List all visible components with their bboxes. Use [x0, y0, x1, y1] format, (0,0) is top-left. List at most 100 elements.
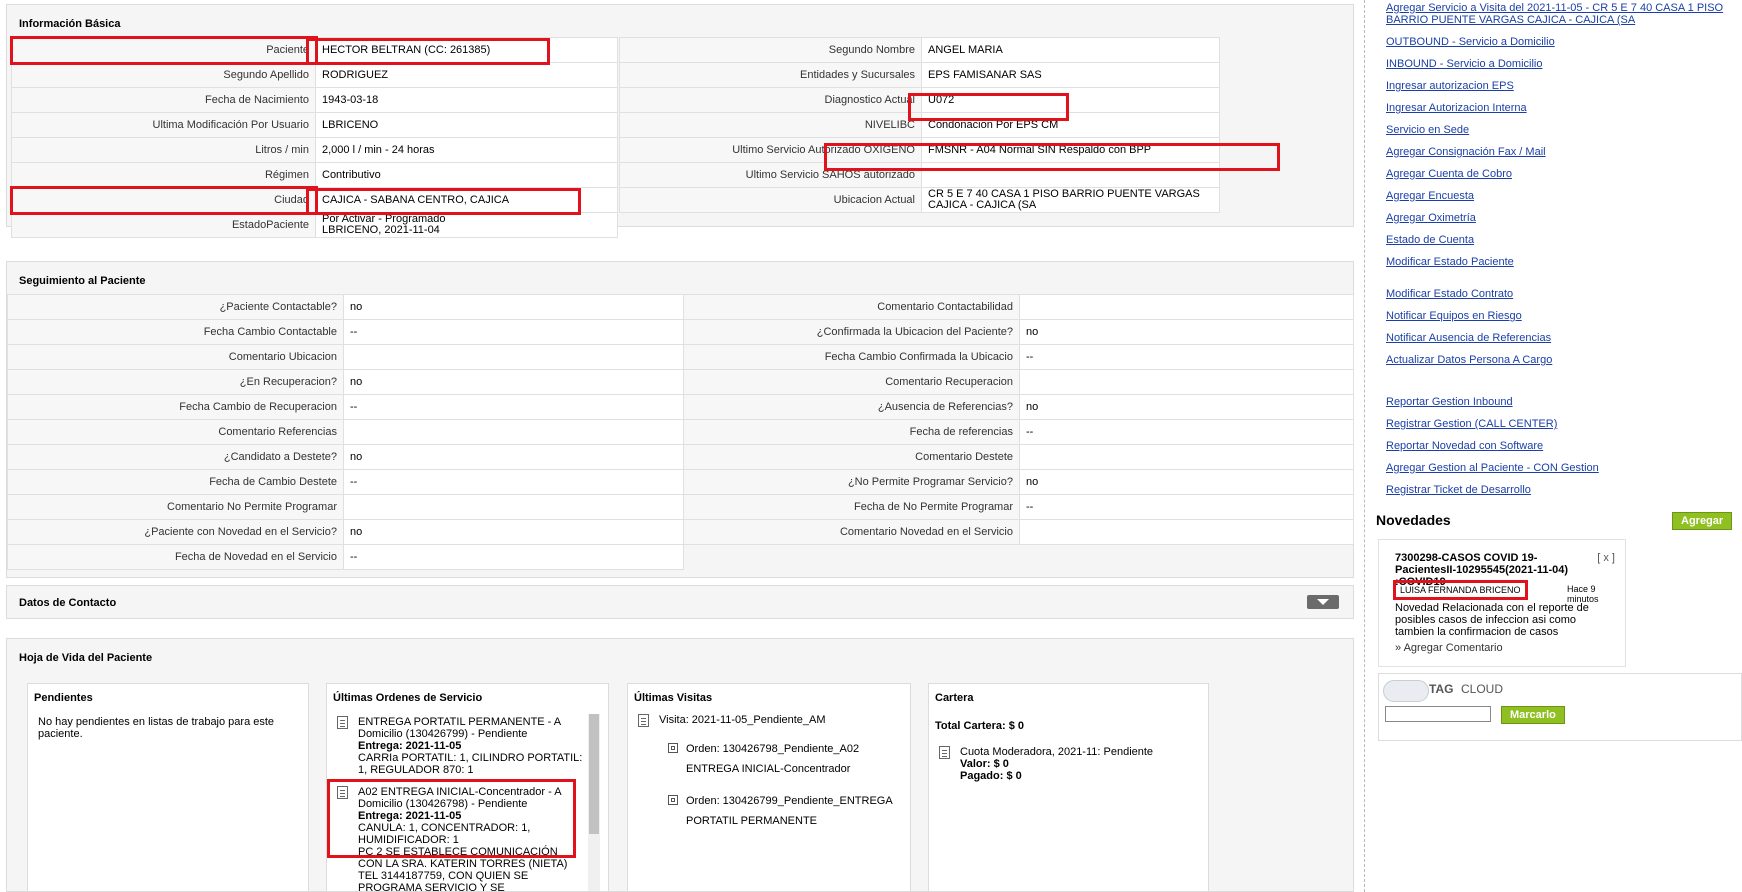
order-entrega: Entrega: 2021-11-05 — [358, 740, 462, 752]
label-comentario-ubicacion: Comentario Ubicacion — [7, 344, 344, 370]
link-ingresar-autorizacion-eps[interactable]: Ingresar autorizacion EPS — [1386, 81, 1514, 92]
link-servicio-sede[interactable]: Servicio en Sede — [1386, 125, 1469, 136]
cartera-total: Total Cartera: $ 0 — [935, 720, 1025, 732]
seg-row-fecha-no-permite: Fecha de No Permite Programar -- — [683, 494, 1354, 520]
link-notificar-equipos-riesgo[interactable]: Notificar Equipos en Riesgo — [1386, 311, 1522, 322]
ordenes-scrollbar-thumb[interactable] — [589, 714, 599, 834]
link-inbound[interactable]: INBOUND - Servicio a Domicilio — [1386, 59, 1542, 70]
value-comentario-contactabilidad — [1019, 294, 1354, 320]
tag-input[interactable] — [1385, 706, 1491, 722]
cloud-icon — [1383, 680, 1429, 702]
link-registrar-ticket[interactable]: Registrar Ticket de Desarrollo — [1386, 485, 1531, 496]
visita-row[interactable]: Visita: 2021-11-05_Pendiente_AM — [628, 710, 910, 731]
value-fecha-recuperacion: -- — [343, 394, 684, 420]
seg-row-comentario-destete: Comentario Destete — [683, 444, 1354, 470]
value-contactable: no — [343, 294, 684, 320]
basic-row-estado-paciente: EstadoPaciente Por Activar - Programado LB… — [11, 212, 618, 238]
tag-cloud-title-a: TAG — [1429, 682, 1454, 696]
value-ausencia-referencias: no — [1019, 394, 1354, 420]
order-item[interactable]: A02 ENTREGA INICIAL-Concentrador - A Dom… — [327, 782, 589, 892]
order-box-icon — [668, 795, 678, 805]
value-fecha-novedad: -- — [343, 544, 684, 570]
order-item[interactable]: ENTREGA PORTATIL PERMANENTE - A Domicili… — [327, 712, 589, 782]
basic-row-entidades: Entidades y Sucursales EPS FAMISANAR SAS — [619, 62, 1220, 88]
visita-order[interactable]: Orden: 130426799_Pendiente_ENTREGA PORTA… — [628, 779, 910, 831]
basic-info-right-table: Segundo Nombre ANGEL MARIA Entidades y Su… — [619, 37, 1220, 213]
seg-row-confirmada-ubicacion: ¿Confirmada la Ubicacion del Paciente? no — [683, 319, 1354, 345]
marcarlo-button[interactable]: Marcarlo — [1501, 706, 1565, 724]
cartera-item-text: Cuota Moderadora, 2021-11: Pendiente Val… — [960, 746, 1153, 782]
label-comentario-no-permite: Comentario No Permite Programar — [7, 494, 344, 520]
value-estado-paciente: Por Activar - Programado LBRICENO, 2021-1… — [315, 212, 618, 238]
link-agregar-gestion-paciente[interactable]: Agregar Gestion al Paciente - CON Gestio… — [1386, 463, 1599, 474]
cartera-panel: Cartera Total Cartera: $ 0 Cuota Moderad… — [928, 683, 1209, 892]
value-fecha-contactable: -- — [343, 319, 684, 345]
cartera-item[interactable]: Cuota Moderadora, 2021-11: Pendiente Val… — [929, 746, 1208, 782]
pendientes-title: Pendientes — [34, 692, 93, 704]
link-agregar-oximetria[interactable]: Agregar Oximetría — [1386, 213, 1476, 224]
link-agregar-cuenta-cobro[interactable]: Agregar Cuenta de Cobro — [1386, 169, 1512, 180]
link-modificar-estado-contrato[interactable]: Modificar Estado Contrato — [1386, 289, 1513, 300]
link-reportar-gestion-inbound[interactable]: Reportar Gestion Inbound — [1386, 397, 1513, 408]
value-fecha-no-permite: -- — [1019, 494, 1354, 520]
novedad-close-button[interactable]: [ x ] — [1597, 552, 1615, 564]
label-paciente: Paciente — [9, 35, 318, 65]
link-notificar-ausencia-referencias[interactable]: Notificar Ausencia de Referencias — [1386, 333, 1551, 344]
link-actualizar-datos-persona[interactable]: Actualizar Datos Persona A Cargo — [1386, 355, 1552, 366]
sidebar-divider — [1364, 0, 1365, 892]
novedades-add-button[interactable]: Agregar — [1672, 512, 1733, 530]
contacto-expand-button[interactable] — [1307, 595, 1339, 609]
seg-row-fecha-confirmada: Fecha Cambio Confirmada la Ubicacio -- — [683, 344, 1354, 370]
order-entrega: Entrega: 2021-11-05 — [358, 810, 462, 822]
label-ultima-modificacion: Ultima Modificación Por Usuario — [11, 112, 316, 138]
basic-row-litros: Litros / min 2,000 l / min - 24 horas — [11, 137, 618, 163]
visita-order-line2: ENTREGA INICIAL-Concentrador — [686, 763, 851, 775]
basic-row-fecha-nacimiento: Fecha de Nacimiento 1943-03-18 — [11, 87, 618, 113]
link-ingresar-autorizacion-interna[interactable]: Ingresar Autorizacion Interna — [1386, 103, 1527, 114]
seg-row-fecha-novedad: Fecha de Novedad en el Servicio -- — [7, 544, 684, 570]
value-fecha-destete: -- — [343, 469, 684, 495]
basic-row-ultima-modificacion: Ultima Modificación Por Usuario LBRICENO — [11, 112, 618, 138]
ordenes-scrollbar[interactable] — [588, 714, 600, 891]
seg-row-ausencia-referencias: ¿Ausencia de Referencias? no — [683, 394, 1354, 420]
seg-row-fecha-contactable: Fecha Cambio Contactable -- — [7, 319, 684, 345]
link-agregar-encuesta[interactable]: Agregar Encuesta — [1386, 191, 1474, 202]
link-modificar-estado-paciente[interactable]: Modificar Estado Paciente — [1386, 257, 1514, 268]
value-comentario-destete — [1019, 444, 1354, 470]
link-agregar-servicio-visita-cont[interactable]: BARRIO PUENTE VARGAS CAJICA - CAJICA (SA — [1386, 15, 1635, 26]
cartera-item-label: Cuota Moderadora, 2021-11: Pendiente — [960, 746, 1154, 758]
link-outbound[interactable]: OUTBOUND - Servicio a Domicilio — [1386, 37, 1555, 48]
visita-order[interactable]: Orden: 130426798_Pendiente_A02 ENTREGA I… — [628, 731, 910, 779]
value-recuperacion: no — [343, 369, 684, 395]
value-segundo-apellido: RODRIGUEZ — [315, 62, 618, 88]
basic-row-diagnostico: Diagnostico Actual U072 — [619, 87, 1220, 113]
novedad-agregar-comentario-link[interactable]: » Agregar Comentario — [1395, 642, 1503, 654]
label-regimen: Régimen — [11, 162, 316, 188]
ordenes-list: ENTREGA PORTATIL PERMANENTE - A Domicili… — [327, 712, 589, 892]
label-fecha-no-permite: Fecha de No Permite Programar — [683, 494, 1020, 520]
seg-row-recuperacion: ¿En Recuperacion? no — [7, 369, 684, 395]
tag-cloud-widget: TAG CLOUD Marcarlo — [1378, 673, 1742, 741]
cartera-title: Cartera — [935, 692, 974, 704]
novedad-card: 7300298-CASOS COVID 19-PacientesII-10295… — [1378, 539, 1626, 667]
value-ubicacion: CR 5 E 7 40 CASA 1 PISO BARRIO PUENTE VA… — [921, 187, 1220, 213]
link-agregar-consignacion[interactable]: Agregar Consignación Fax / Mail — [1386, 147, 1546, 158]
link-registrar-gestion-call-center[interactable]: Registrar Gestion (CALL CENTER) — [1386, 419, 1557, 430]
value-ciudad: CAJICA - SABANA CENTRO, CAJICA — [315, 187, 618, 213]
visita-order-line1: Orden: 130426799_Pendiente_ENTREGA — [686, 795, 893, 807]
basic-row-segundo-apellido: Segundo Apellido RODRIGUEZ — [11, 62, 618, 88]
label-comentario-novedad: Comentario Novedad en el Servicio — [683, 519, 1020, 545]
value-no-permite: no — [1019, 469, 1354, 495]
link-estado-cuenta[interactable]: Estado de Cuenta — [1386, 235, 1474, 246]
order-extra: PC 2 SE ESTABLECE COMUNICACIÓN CON LA SR… — [358, 846, 568, 892]
link-agregar-servicio-visita[interactable]: Agregar Servicio a Visita del 2021-11-05… — [1386, 3, 1723, 14]
basic-row-ciudad: Ciudad CAJICA - SABANA CENTRO, CAJICA — [9, 185, 618, 215]
label-comentario-contactabilidad: Comentario Contactabilidad — [683, 294, 1020, 320]
seg-row-comentario-recuperacion: Comentario Recuperacion — [683, 369, 1354, 395]
basic-row-ultimo-oxigeno: Ultimo Servicio Autorizado OXIGENO FMSNR … — [619, 137, 1220, 163]
visita-order-text: Orden: 130426799_Pendiente_ENTREGA PORTA… — [686, 791, 893, 831]
link-reportar-novedad-software[interactable]: Reportar Novedad con Software — [1386, 441, 1543, 452]
value-ultimo-sahos — [921, 162, 1220, 188]
basic-info-title: Información Básica — [19, 18, 121, 30]
value-paciente: HECTOR BELTRAN (CC: 261385) — [315, 37, 618, 63]
